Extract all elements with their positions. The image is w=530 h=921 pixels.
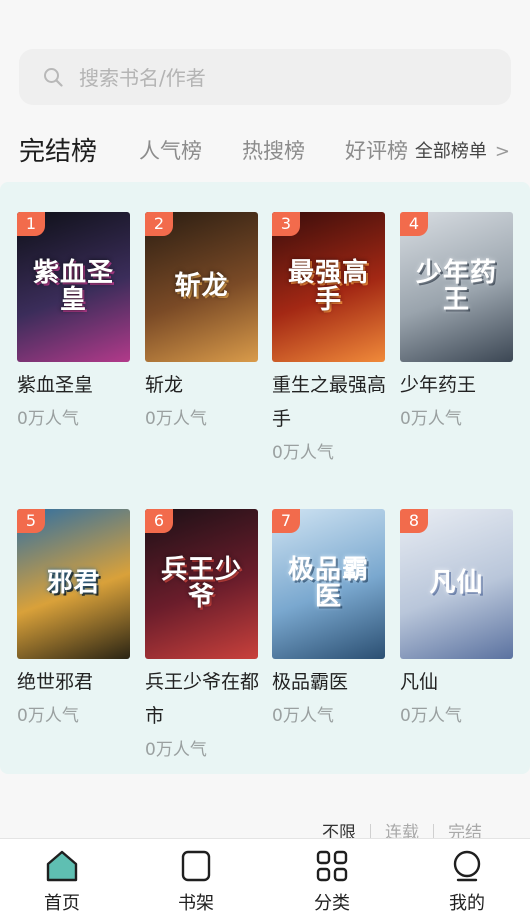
search-bar[interactable] (19, 49, 511, 107)
book-card[interactable]: 3 最强高手 重生之最强高手 0万人气 (272, 212, 386, 470)
book-popularity: 0万人气 (17, 409, 79, 429)
book-title[interactable]: 绝世邪君 (17, 665, 131, 699)
bookshelf-icon (181, 850, 211, 882)
category-icon (316, 850, 348, 882)
book-cover[interactable]: 6 兵王少爷 (145, 509, 258, 659)
rank-badge: 8 (400, 509, 428, 533)
book-popularity: 0万人气 (145, 409, 207, 429)
book-card[interactable]: 5 邪君 绝世邪君 0万人气 (17, 509, 131, 733)
book-card[interactable]: 2 斩龙 斩龙 0万人气 (145, 212, 259, 436)
tab-finished-ranking[interactable]: 完结榜 (19, 131, 97, 168)
chevron-right-icon: > (494, 141, 510, 162)
book-title[interactable]: 斩龙 (145, 368, 259, 402)
tab-hot-search-ranking[interactable]: 热搜榜 (242, 135, 305, 165)
search-icon (44, 68, 63, 87)
nav-category-label: 分类 (314, 893, 350, 914)
rank-badge: 7 (272, 509, 300, 533)
book-title[interactable]: 极品霸医 (272, 665, 386, 699)
nav-home[interactable]: 首页 (12, 849, 112, 915)
rank-badge: 1 (17, 212, 45, 236)
home-icon (46, 850, 78, 882)
book-card[interactable]: 7 极品霸医 极品霸医 0万人气 (272, 509, 386, 733)
nav-bookshelf[interactable]: 书架 (146, 849, 246, 915)
book-card[interactable]: 8 凡仙 凡仙 0万人气 (400, 509, 514, 733)
cover-title: 邪君 (46, 568, 101, 599)
book-cover[interactable]: 2 斩龙 (145, 212, 258, 362)
cover-title: 紫血圣皇 (32, 257, 114, 315)
rank-badge: 5 (17, 509, 45, 533)
search-input[interactable] (77, 49, 501, 107)
book-cover[interactable]: 4 少年药王 (400, 212, 513, 362)
book-title[interactable]: 重生之最强高手 (272, 368, 386, 436)
all-rankings-link[interactable]: 全部榜单 > (415, 137, 510, 163)
book-popularity: 0万人气 (145, 740, 207, 760)
book-popularity: 0万人气 (272, 706, 334, 726)
ranking-tabs: 完结榜 人气榜 热搜榜 好评榜 全部榜单 > (0, 125, 530, 173)
book-title[interactable]: 紫血圣皇 (17, 368, 131, 402)
book-title[interactable]: 少年药王 (400, 368, 514, 402)
book-card[interactable]: 4 少年药王 少年药王 0万人气 (400, 212, 514, 436)
cover-title: 极品霸医 (287, 554, 369, 612)
book-card[interactable]: 6 兵王少爷 兵王少爷在都市 0万人气 (145, 509, 259, 767)
book-popularity: 0万人气 (400, 409, 462, 429)
rank-badge: 3 (272, 212, 300, 236)
book-cover[interactable]: 8 凡仙 (400, 509, 513, 659)
book-cover[interactable]: 3 最强高手 (272, 212, 385, 362)
nav-bookshelf-label: 书架 (178, 893, 214, 914)
book-cover[interactable]: 1 紫血圣皇 (17, 212, 130, 362)
nav-category[interactable]: 分类 (282, 849, 382, 915)
tab-good-review-ranking[interactable]: 好评榜 (345, 135, 408, 165)
profile-icon (453, 850, 481, 882)
cover-title: 兵王少爷 (160, 554, 242, 612)
nav-home-label: 首页 (44, 893, 80, 914)
book-popularity: 0万人气 (400, 706, 462, 726)
cover-title: 少年药王 (415, 257, 497, 315)
nav-profile-label: 我的 (449, 893, 485, 914)
rank-badge: 6 (145, 509, 173, 533)
book-title[interactable]: 兵王少爷在都市 (145, 665, 259, 733)
book-popularity: 0万人气 (17, 706, 79, 726)
book-card[interactable]: 1 紫血圣皇 紫血圣皇 0万人气 (17, 212, 131, 436)
rank-badge: 2 (145, 212, 173, 236)
book-cover[interactable]: 7 极品霸医 (272, 509, 385, 659)
bottom-navigation: 首页 书架 分类 我的 (0, 838, 530, 921)
cover-title: 最强高手 (287, 257, 369, 315)
book-ranking-panel: 1 紫血圣皇 紫血圣皇 0万人气 2 斩龙 斩龙 0万人气 3 最强高手 重生之最强高… (0, 182, 530, 774)
cover-title: 斩龙 (174, 271, 229, 302)
rank-badge: 4 (400, 212, 428, 236)
book-popularity: 0万人气 (272, 443, 334, 463)
tab-popularity-ranking[interactable]: 人气榜 (139, 135, 202, 165)
nav-profile[interactable]: 我的 (417, 849, 517, 915)
book-cover[interactable]: 5 邪君 (17, 509, 130, 659)
cover-title: 凡仙 (429, 568, 484, 599)
book-title[interactable]: 凡仙 (400, 665, 514, 699)
all-rankings-label: 全部榜单 (414, 141, 487, 162)
